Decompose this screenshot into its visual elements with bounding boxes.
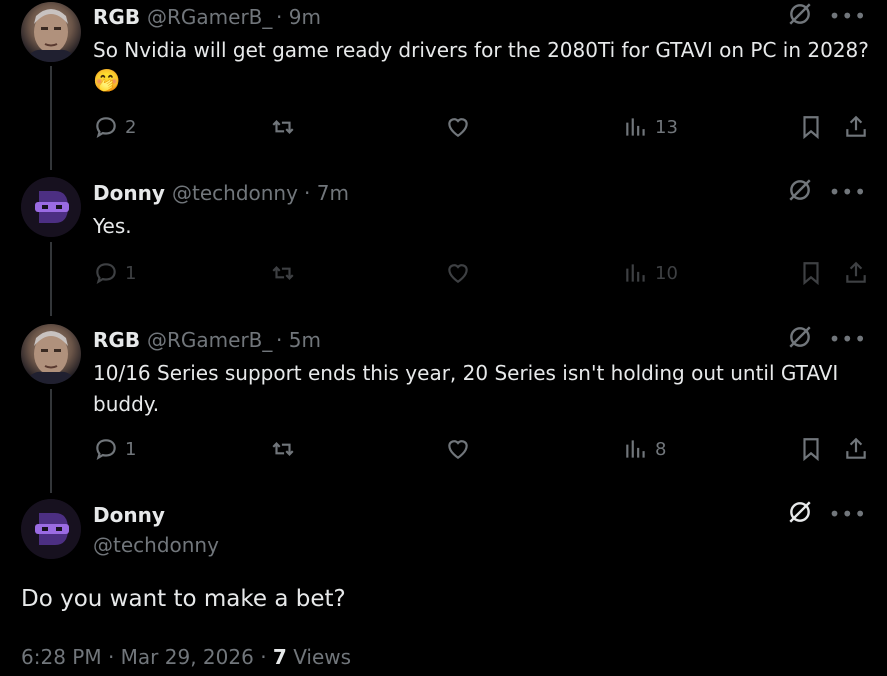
reply-count: 2 — [125, 116, 137, 138]
bookmark-button[interactable] — [798, 258, 824, 288]
grok-icon[interactable] — [787, 177, 813, 207]
date[interactable]: Mar 29, 2026 — [121, 645, 254, 669]
grok-icon[interactable] — [787, 1, 813, 31]
views-button[interactable]: 8 — [623, 434, 666, 464]
emoji: 🤭 — [93, 69, 121, 94]
share-icon — [846, 115, 866, 137]
timestamp[interactable]: · 9m — [276, 5, 321, 29]
like-button[interactable] — [445, 112, 471, 142]
share-button[interactable] — [843, 112, 869, 142]
main-tweet-text: Do you want to make a bet? — [21, 586, 346, 612]
more-icon[interactable]: ••• — [829, 504, 867, 524]
bookmark-icon — [803, 262, 819, 286]
views-count: 10 — [655, 262, 678, 284]
time[interactable]: 6:28 PM — [21, 645, 102, 669]
share-button[interactable] — [843, 434, 869, 464]
views-count: 13 — [655, 116, 678, 138]
like-icon — [448, 118, 468, 137]
author-name[interactable]: RGB — [93, 328, 140, 352]
reply-count: 1 — [125, 438, 137, 460]
author-handle[interactable]: @RGamerB_ — [147, 5, 272, 29]
like-icon — [448, 440, 468, 459]
thread-line — [50, 389, 52, 493]
author-name[interactable]: Donny — [93, 181, 165, 205]
reply-count: 1 — [125, 262, 137, 284]
retweet-button[interactable] — [270, 112, 296, 142]
avatar[interactable] — [21, 177, 81, 237]
share-button[interactable] — [843, 258, 869, 288]
tweet-timestamp: 6:28 PM · Mar 29, 2026 · 7 Views — [21, 645, 352, 669]
grok-icon[interactable] — [787, 499, 813, 529]
avatar[interactable] — [21, 324, 81, 384]
reply-icon — [96, 263, 116, 285]
more-icon[interactable]: ••• — [829, 6, 867, 26]
tweet-text: 10/16 Series support ends this year, 20 … — [93, 361, 839, 385]
retweet-icon — [272, 442, 294, 456]
tweet-text: Yes. — [93, 214, 132, 238]
views-label: Views — [293, 645, 352, 669]
grok-icon[interactable] — [787, 324, 813, 354]
avatar[interactable] — [21, 499, 81, 559]
views-icon — [626, 264, 645, 282]
like-button[interactable] — [445, 434, 471, 464]
reply-button[interactable]: 1 — [93, 434, 136, 464]
author-name[interactable]: Donny — [93, 503, 165, 527]
share-icon — [846, 261, 866, 283]
timestamp[interactable]: · 5m — [276, 328, 321, 352]
retweet-icon — [272, 266, 294, 280]
reply-button[interactable]: 1 — [93, 258, 136, 288]
bookmark-button[interactable] — [798, 434, 824, 464]
tweet-actions: 1 10 — [93, 258, 873, 288]
like-icon — [448, 264, 468, 283]
tweet-text: buddy. — [93, 392, 160, 416]
retweet-button[interactable] — [270, 258, 296, 288]
views-button[interactable]: 10 — [623, 258, 678, 288]
tweet-actions: 2 13 — [93, 112, 873, 142]
author-handle[interactable]: @techdonny — [172, 181, 298, 205]
bookmark-icon — [803, 438, 819, 462]
author-handle[interactable]: @techdonny — [93, 533, 219, 557]
reply-icon — [96, 439, 116, 461]
retweet-icon — [272, 120, 294, 134]
views-count: 8 — [655, 438, 667, 460]
author-name[interactable]: RGB — [93, 5, 140, 29]
tweet-actions: 1 8 — [93, 434, 873, 464]
retweet-button[interactable] — [270, 434, 296, 464]
reply-icon — [96, 117, 116, 139]
timestamp[interactable]: · 7m — [304, 181, 349, 205]
more-icon[interactable]: ••• — [829, 329, 867, 349]
thread-line — [50, 242, 52, 316]
author-handle[interactable]: @RGamerB_ — [147, 328, 272, 352]
more-icon[interactable]: ••• — [829, 182, 867, 202]
avatar[interactable] — [21, 2, 81, 62]
bookmark-button[interactable] — [798, 112, 824, 142]
thread-line — [50, 66, 52, 170]
bookmark-icon — [803, 116, 819, 140]
views-icon — [626, 118, 645, 136]
views-button[interactable]: 13 — [623, 112, 678, 142]
views-icon — [626, 440, 645, 458]
reply-button[interactable]: 2 — [93, 112, 136, 142]
tweet-text: So Nvidia will get game ready drivers fo… — [93, 38, 869, 62]
like-button[interactable] — [445, 258, 471, 288]
share-icon — [846, 437, 866, 459]
views-count: 7 — [272, 645, 287, 669]
